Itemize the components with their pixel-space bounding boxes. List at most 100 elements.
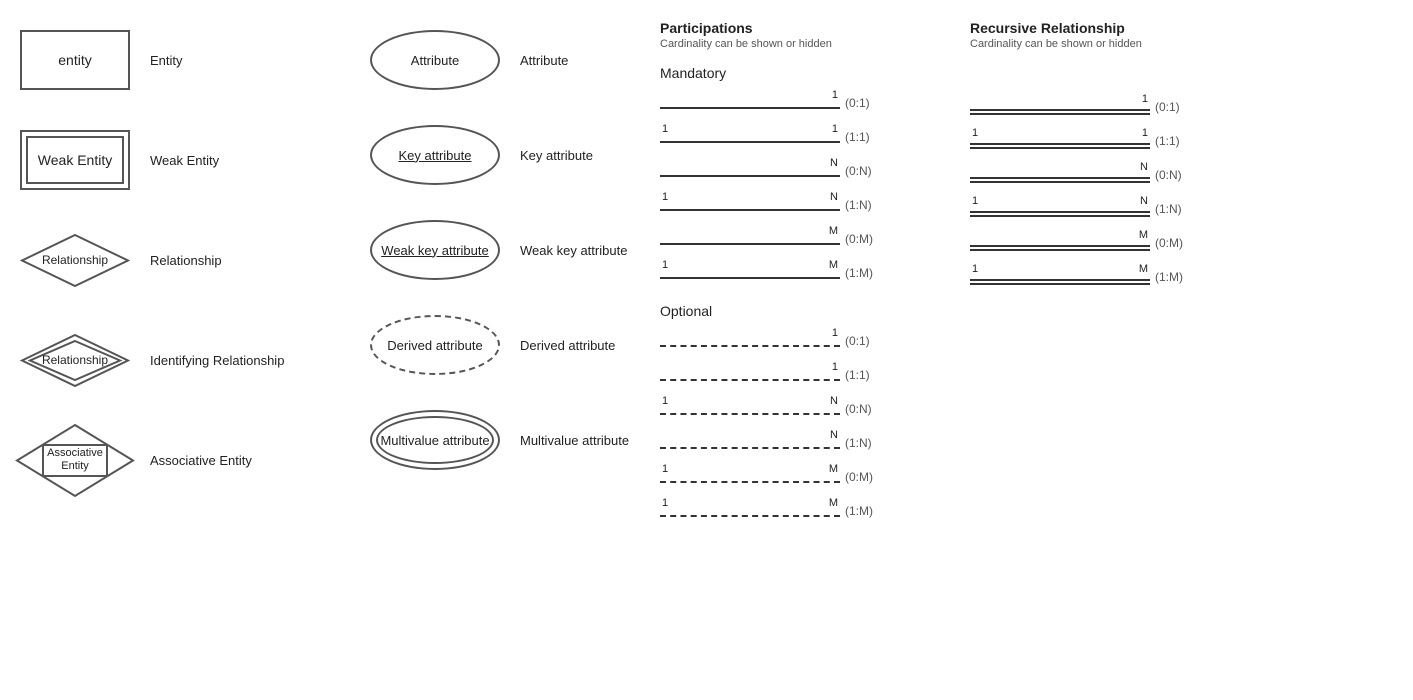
- attribute-shape-box: Attribute: [360, 30, 510, 90]
- num-right-1N: N: [830, 191, 838, 203]
- optional-line-0M: 1 M: [660, 463, 840, 491]
- num-right-0M: M: [829, 225, 838, 237]
- cardinality-0N: (0:N): [840, 164, 890, 178]
- left-panel: entity Entity Weak Entity Weak Entity: [10, 20, 350, 531]
- derived-attribute-label: Derived attribute: [520, 338, 640, 353]
- key-attribute-ellipse-label: Key attribute: [399, 148, 472, 163]
- entity-shape-box: entity: [10, 30, 140, 90]
- num-right-01: 1: [832, 89, 838, 101]
- optional-row-0M: 1 M (0:M): [660, 463, 950, 491]
- mandatory-row-01: 1 (0:1): [660, 89, 950, 117]
- recursive-title: Recursive Relationship: [970, 20, 1230, 36]
- optional-row-1N: N (1:N): [660, 429, 950, 457]
- recursive-row-0N: N (0:N): [970, 161, 1230, 189]
- cardinality-1M: (1:M): [840, 266, 890, 280]
- optional-line-1M: 1 M: [660, 497, 840, 525]
- relationship-diamond-label: Relationship: [42, 253, 108, 267]
- rec-num-right-0M: M: [1139, 229, 1148, 241]
- attribute-label: Attribute: [520, 53, 640, 68]
- optional-row-11: 1 (1:1): [660, 361, 950, 389]
- optional-label: Optional: [660, 303, 950, 319]
- associative-entity-shape: AssociativeEntity: [15, 423, 135, 498]
- relationship-shape-box: Relationship: [10, 225, 140, 295]
- opt-cardinality-1N: (1:N): [840, 436, 890, 450]
- mandatory-label: Mandatory: [660, 65, 950, 81]
- num-right-0N: N: [830, 157, 838, 169]
- assoc-entity-inner-label: AssociativeEntity: [47, 447, 103, 473]
- rec-num-left-1N: 1: [972, 195, 978, 207]
- key-attribute-label: Key attribute: [520, 148, 640, 163]
- cardinality-11: (1:1): [840, 130, 890, 144]
- weak-key-attribute-label: Weak key attribute: [520, 243, 640, 258]
- participations-panel: Participations Cardinality can be shown …: [650, 20, 950, 531]
- optional-row-1M: 1 M (1:M): [660, 497, 950, 525]
- relationship-label: Relationship: [150, 253, 240, 268]
- rec-cardinality-11: (1:1): [1150, 134, 1200, 148]
- opt-num-right-01: 1: [832, 327, 838, 339]
- recursive-line-01: 1: [970, 93, 1150, 121]
- rec-num-left-11: 1: [972, 127, 978, 139]
- opt-num-right-0M: M: [829, 463, 838, 475]
- recursive-line-1N: 1 N: [970, 195, 1150, 223]
- mandatory-row-0M: M (0:M): [660, 225, 950, 253]
- relationship-row: Relationship Relationship: [10, 220, 350, 300]
- cardinality-01: (0:1): [840, 96, 890, 110]
- mandatory-row-1N: 1 N (1:N): [660, 191, 950, 219]
- opt-num-right-1N: N: [830, 429, 838, 441]
- associative-entity-shape-box: AssociativeEntity: [10, 420, 140, 500]
- opt-num-left-0M: 1: [662, 463, 668, 475]
- opt-cardinality-01: (0:1): [840, 334, 890, 348]
- key-attribute-row: Key attribute Key attribute: [360, 115, 650, 195]
- recursive-row-1M: 1 M (1:M): [970, 263, 1230, 291]
- participations-subtitle: Cardinality can be shown or hidden: [660, 38, 950, 50]
- derived-attribute-shape-box: Derived attribute: [360, 315, 510, 375]
- multivalue-attribute-ellipse: Multivalue attribute: [370, 410, 500, 470]
- multivalue-attribute-label: Multivalue attribute: [520, 433, 640, 448]
- entity-rect-label: entity: [58, 52, 91, 68]
- num-left-1N: 1: [662, 191, 668, 203]
- recursive-line-0N: N: [970, 161, 1150, 189]
- mandatory-line-0M: M: [660, 225, 840, 253]
- mandatory-line-01: 1: [660, 89, 840, 117]
- opt-num-right-11: 1: [832, 361, 838, 373]
- multivalue-attribute-ellipse-label: Multivalue attribute: [380, 433, 489, 448]
- identifying-relationship-diamond-label: Relationship: [42, 353, 108, 367]
- opt-num-right-1M: M: [829, 497, 838, 509]
- key-attribute-ellipse: Key attribute: [370, 125, 500, 185]
- optional-row-0N: 1 N (0:N): [660, 395, 950, 423]
- attribute-ellipse: Attribute: [370, 30, 500, 90]
- num-right-1M: M: [829, 259, 838, 271]
- identifying-relationship-shape-box: Relationship: [10, 325, 140, 395]
- recursive-line-11: 1 1: [970, 127, 1150, 155]
- optional-line-11: 1: [660, 361, 840, 389]
- mandatory-line-0N: N: [660, 157, 840, 185]
- rec-num-right-01: 1: [1142, 93, 1148, 105]
- middle-panel: Attribute Attribute Key attribute Key at…: [350, 20, 650, 531]
- associative-entity-row: AssociativeEntity Associative Entity: [10, 420, 350, 500]
- cardinality-0M: (0:M): [840, 232, 890, 246]
- rec-num-right-0N: N: [1140, 161, 1148, 173]
- opt-num-right-0N: N: [830, 395, 838, 407]
- key-attribute-shape-box: Key attribute: [360, 125, 510, 185]
- recursive-panel: Recursive Relationship Cardinality can b…: [950, 20, 1230, 531]
- recursive-line-1M: 1 M: [970, 263, 1150, 291]
- rec-cardinality-0N: (0:N): [1150, 168, 1200, 182]
- multivalue-attribute-row: Multivalue attribute Multivalue attribut…: [360, 400, 650, 480]
- mandatory-row-11: 1 1 (1:1): [660, 123, 950, 151]
- optional-row-01: 1 (0:1): [660, 327, 950, 355]
- weak-key-attribute-ellipse: Weak key attribute: [370, 220, 500, 280]
- opt-num-left-1M: 1: [662, 497, 668, 509]
- opt-cardinality-0N: (0:N): [840, 402, 890, 416]
- weak-entity-row: Weak Entity Weak Entity: [10, 120, 350, 200]
- rec-num-right-11: 1: [1142, 127, 1148, 139]
- mandatory-line-1M: 1 M: [660, 259, 840, 287]
- weak-entity-inner: Weak Entity: [26, 136, 124, 184]
- entity-rect: entity: [20, 30, 130, 90]
- weak-key-attribute-ellipse-label: Weak key attribute: [381, 243, 488, 258]
- participations-title: Participations: [660, 20, 950, 36]
- rec-num-right-1M: M: [1139, 263, 1148, 275]
- opt-cardinality-1M: (1:M): [840, 504, 890, 518]
- identifying-relationship-row: Relationship Identifying Relationship: [10, 320, 350, 400]
- derived-attribute-ellipse: Derived attribute: [370, 315, 500, 375]
- mandatory-row-1M: 1 M (1:M): [660, 259, 950, 287]
